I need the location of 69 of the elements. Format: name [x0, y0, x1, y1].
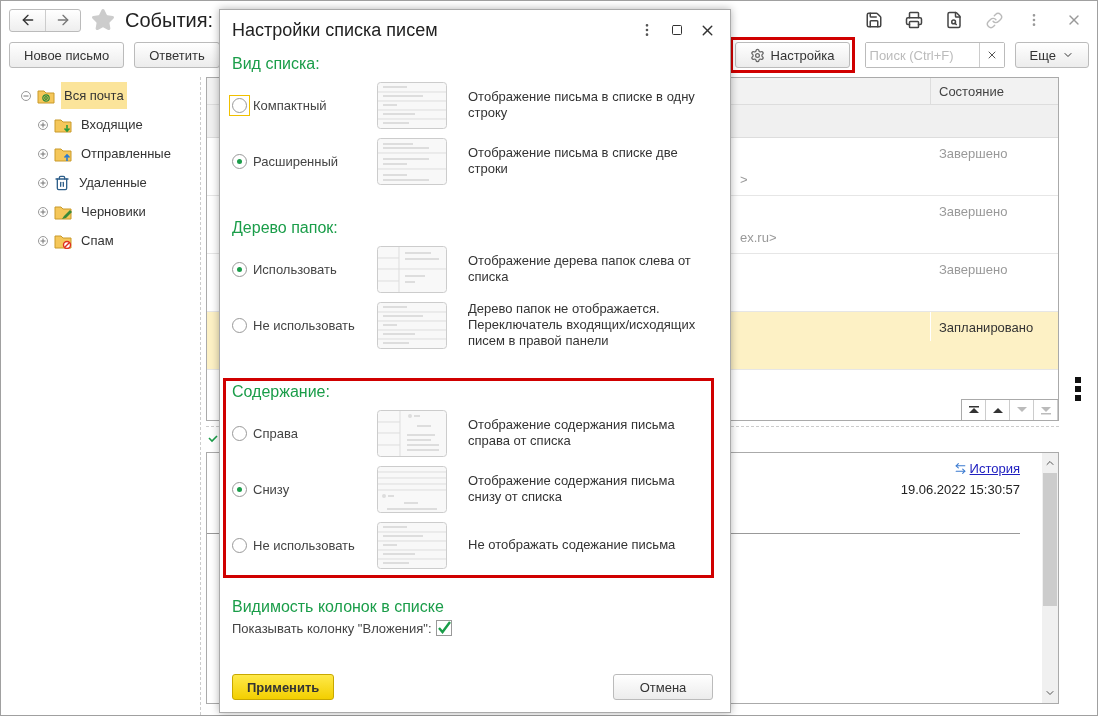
triangle-down-icon — [1039, 405, 1052, 415]
dialog-title: Настройки списка писем — [232, 19, 439, 41]
folder-item[interactable]: Удаленные — [76, 169, 150, 196]
table-cell-text: Завершено — [938, 145, 1009, 163]
toolbar-button[interactable]: Новое письмо — [9, 42, 125, 68]
more-button[interactable]: Еще — [1014, 42, 1089, 68]
arrows-icon — [953, 462, 967, 475]
toolbar-button[interactable]: Ответить — [134, 42, 220, 68]
folder-item[interactable]: Черновики — [78, 198, 149, 225]
checkbox-label: Показывать колонку "Вложения": — [232, 620, 432, 636]
folder-item[interactable]: Отправленные — [78, 140, 174, 167]
more-icon[interactable] — [1075, 377, 1081, 401]
table-cell: ex.ru> — [740, 230, 777, 245]
section-title: Дерево папок: — [232, 219, 339, 238]
content-right-thumbnail — [377, 409, 447, 457]
table-cell-text: Завершено — [938, 261, 1009, 279]
compact-list-thumbnail — [377, 81, 447, 129]
star-icon[interactable] — [91, 8, 115, 32]
checkbox[interactable] — [435, 620, 452, 636]
compact-list-thumbnail — [377, 521, 447, 569]
search-field[interactable]: Поиск (Ctrl+F) — [864, 42, 1005, 68]
triangle-up-icon — [967, 405, 980, 415]
triangle-down-icon — [1015, 405, 1028, 415]
folder-prohibited-icon — [54, 232, 72, 249]
extended-list-thumbnail — [377, 137, 447, 185]
table-cell: Запланировано — [930, 312, 1058, 341]
triangle-up-icon — [991, 405, 1004, 415]
option-description: Отображение письма в списке в одну строку — [468, 89, 696, 121]
settings-icon — [749, 47, 765, 63]
clear-icon[interactable] — [978, 43, 1004, 67]
option-label[interactable]: Использовать — [253, 261, 377, 277]
folder-down-arrow-icon — [54, 116, 72, 133]
option-description: Отображение содержания письма справа от списка — [468, 417, 676, 449]
arrow-right-icon — [55, 12, 71, 28]
check-icon — [208, 435, 218, 443]
apply-button[interactable]: Применить — [232, 674, 335, 700]
settings-button[interactable]: Настройка — [734, 42, 850, 68]
folder-pencil-icon — [54, 203, 72, 220]
option-label[interactable]: Не использовать — [253, 317, 377, 333]
option-description: Отображение письма в списке две строки — [468, 145, 679, 177]
option-label[interactable]: Не использовать — [253, 537, 377, 553]
table-cell-text: Завершено — [938, 203, 1009, 221]
date-text: 19.06.2022 15:30:57 — [900, 482, 1020, 497]
content-bottom-thumbnail — [377, 465, 447, 513]
window-title: События: — [125, 8, 214, 32]
section-title: Вид списка: — [232, 55, 321, 74]
option-description: Дерево папок не отображается. Переключатель входящих/исходящих писем в правой панели — [468, 301, 697, 349]
column-header[interactable]: Состояние — [930, 78, 1058, 104]
folder-item[interactable]: Вся почта — [61, 82, 127, 109]
history-link[interactable]: История — [953, 461, 1020, 476]
scrollbar[interactable] — [1042, 453, 1058, 703]
folder-item[interactable]: Спам — [78, 227, 117, 254]
option-label[interactable]: Расширенный — [253, 153, 377, 169]
section-title: Видимость колонок в списке — [232, 598, 445, 617]
table-cell: > — [740, 172, 748, 187]
option-description: Отображение дерева папок слева от списка — [468, 253, 692, 285]
tree-list-thumbnail — [377, 245, 447, 293]
trash-icon — [54, 174, 70, 191]
option-label[interactable]: Снизу — [253, 481, 377, 497]
option-label[interactable]: Справа — [253, 425, 377, 441]
compact-list-thumbnail — [377, 301, 447, 349]
option-description: Не отображать содежание письма — [468, 537, 677, 553]
section-title: Содержание: — [232, 383, 331, 402]
folder-at-icon — [37, 87, 55, 104]
folder-item[interactable]: Входящие — [78, 111, 146, 138]
cancel-button[interactable]: Отмена — [613, 674, 713, 700]
option-label[interactable]: Компактный — [253, 97, 377, 113]
folder-up-arrow-icon — [54, 145, 72, 162]
option-description: Отображение содержания письма снизу от списка — [468, 473, 676, 505]
